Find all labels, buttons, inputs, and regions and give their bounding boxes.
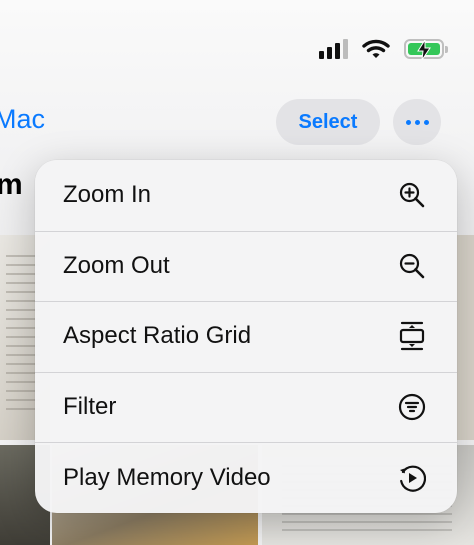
zoom-in-icon xyxy=(397,180,427,210)
menu-item-label: Zoom Out xyxy=(63,251,170,279)
battery-charging-icon xyxy=(404,39,448,60)
wifi-icon xyxy=(362,39,390,58)
menu-item-label: Filter xyxy=(63,393,117,421)
menu-item-aspect-ratio-grid[interactable]: Aspect Ratio Grid xyxy=(35,301,457,372)
menu-item-play-memory-video[interactable]: Play Memory Video xyxy=(35,442,457,513)
page-title: m xyxy=(0,168,23,201)
back-button[interactable]: Mac xyxy=(0,104,45,135)
back-label: Mac xyxy=(0,104,46,134)
photo-thumbnail[interactable] xyxy=(456,235,474,440)
menu-item-filter[interactable]: Filter xyxy=(35,371,457,443)
menu-item-zoom-out[interactable]: Zoom Out xyxy=(35,230,457,302)
menu-item-label: Aspect Ratio Grid xyxy=(63,322,252,350)
filter-icon xyxy=(397,392,427,422)
zoom-out-icon xyxy=(397,251,427,281)
play-memory-icon xyxy=(397,463,427,493)
status-bar xyxy=(319,36,448,62)
select-button[interactable]: Select xyxy=(276,99,380,145)
ellipsis-icon xyxy=(405,119,411,125)
context-menu: Zoom In Zoom Out Aspect Ratio Grid Filte… xyxy=(35,160,457,513)
menu-item-label: Play Memory Video xyxy=(63,463,271,491)
menu-item-label: Zoom In xyxy=(63,181,152,209)
cellular-signal-icon xyxy=(319,39,348,59)
menu-item-zoom-in[interactable]: Zoom In xyxy=(35,160,457,231)
more-options-button[interactable] xyxy=(393,99,441,145)
aspect-ratio-icon xyxy=(397,321,427,351)
